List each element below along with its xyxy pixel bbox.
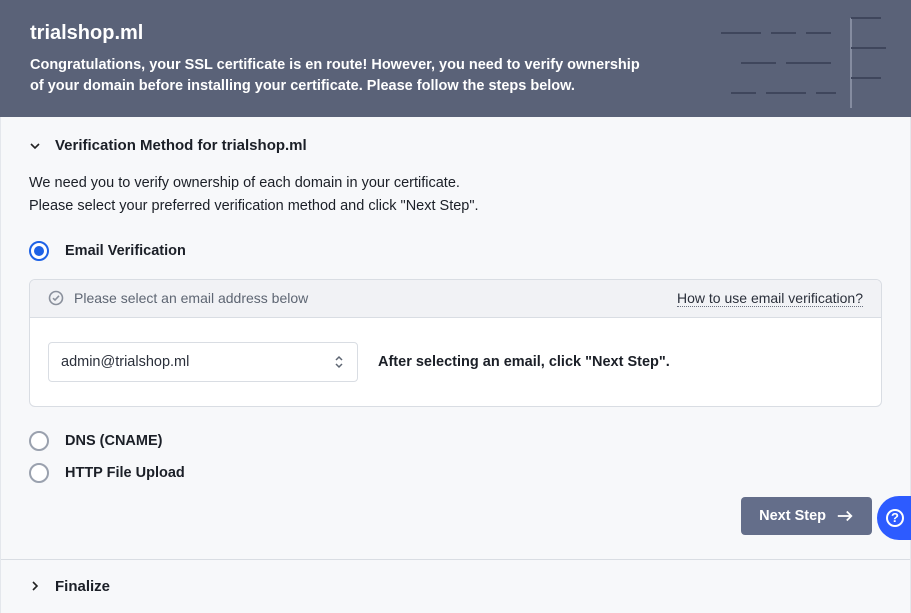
verification-title: Verification Method for trialshop.ml	[55, 137, 307, 154]
email-panel: Please select an email address below How…	[29, 279, 882, 407]
header-message: Congratulations, your SSL certificate is…	[30, 55, 670, 97]
option-dns-label: DNS (CNAME)	[65, 433, 162, 449]
radio-email[interactable]	[29, 241, 49, 261]
verification-toggle[interactable]: Verification Method for trialshop.ml	[29, 137, 882, 154]
option-email-label: Email Verification	[65, 243, 186, 259]
arrow-right-icon	[836, 509, 854, 523]
verification-intro: We need you to verify ownership of each …	[29, 172, 882, 217]
header-decoration	[701, 8, 901, 108]
help-email-verification[interactable]: How to use email verification?	[677, 290, 863, 307]
email-panel-header: Please select an email address below How…	[30, 280, 881, 318]
check-circle-icon	[48, 290, 64, 306]
svg-text:?: ?	[891, 510, 899, 525]
email-select-value: admin@trialshop.ml	[61, 354, 189, 370]
action-bar: Next Step	[29, 497, 882, 535]
verification-card: Verification Method for trialshop.ml We …	[0, 117, 911, 613]
email-select-hint: After selecting an email, click "Next St…	[378, 354, 670, 370]
email-select[interactable]: admin@trialshop.ml	[48, 342, 358, 382]
updown-icon	[333, 354, 345, 370]
radio-http[interactable]	[29, 463, 49, 483]
email-panel-prompt: Please select an email address below	[74, 290, 308, 306]
option-http[interactable]: HTTP File Upload	[29, 457, 882, 489]
option-email[interactable]: Email Verification	[29, 235, 882, 267]
finalize-title: Finalize	[55, 578, 110, 595]
option-dns[interactable]: DNS (CNAME)	[29, 425, 882, 457]
ssl-header: trialshop.ml Congratulations, your SSL c…	[0, 0, 911, 117]
chevron-down-icon	[29, 140, 41, 152]
radio-dns[interactable]	[29, 431, 49, 451]
verification-section: Verification Method for trialshop.ml We …	[1, 117, 910, 559]
help-icon: ?	[885, 508, 905, 528]
next-step-label: Next Step	[759, 508, 826, 524]
next-step-button[interactable]: Next Step	[741, 497, 872, 535]
finalize-toggle[interactable]: Finalize	[29, 578, 882, 595]
finalize-section: Finalize	[1, 559, 910, 613]
option-http-label: HTTP File Upload	[65, 465, 185, 481]
chevron-right-icon	[29, 580, 41, 592]
